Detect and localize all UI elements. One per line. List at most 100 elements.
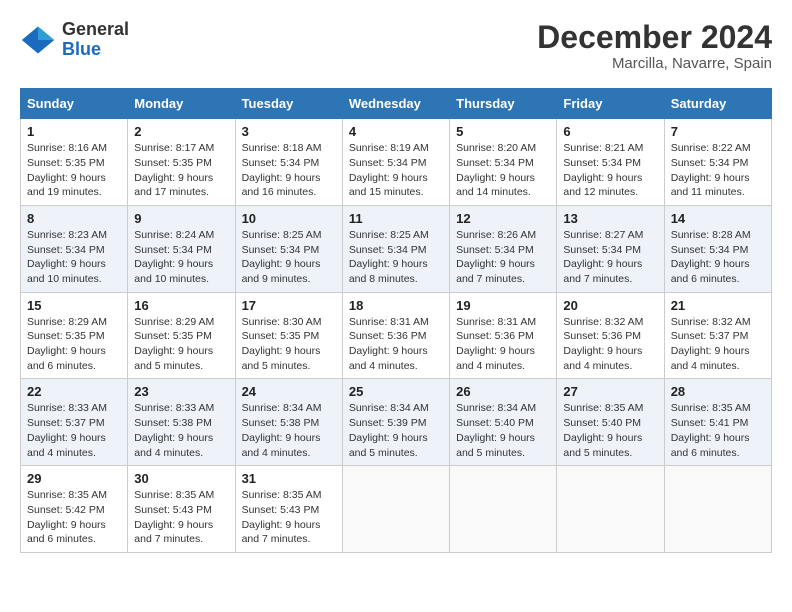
day-info-20: Sunrise: 8:32 AM Sunset: 5:36 PM Dayligh… (563, 315, 657, 374)
day-info-16: Sunrise: 8:29 AM Sunset: 5:35 PM Dayligh… (134, 315, 228, 374)
day-number-8: 8 (27, 211, 121, 226)
calendar-cell-empty (342, 466, 449, 553)
calendar-header-friday: Friday (557, 89, 664, 119)
title-block: December 2024 Marcilla, Navarre, Spain (537, 20, 772, 72)
day-info-4: Sunrise: 8:19 AM Sunset: 5:34 PM Dayligh… (349, 141, 443, 200)
day-info-1: Sunrise: 8:16 AM Sunset: 5:35 PM Dayligh… (27, 141, 121, 200)
day-info-21: Sunrise: 8:32 AM Sunset: 5:37 PM Dayligh… (671, 315, 765, 374)
calendar-cell-26: 26 Sunrise: 8:34 AM Sunset: 5:40 PM Dayli… (450, 379, 557, 466)
calendar-header-row: SundayMondayTuesdayWednesdayThursdayFrid… (21, 89, 772, 119)
day-info-15: Sunrise: 8:29 AM Sunset: 5:35 PM Dayligh… (27, 315, 121, 374)
calendar-cell-17: 17 Sunrise: 8:30 AM Sunset: 5:35 PM Dayli… (235, 292, 342, 379)
day-number-5: 5 (456, 124, 550, 139)
day-info-9: Sunrise: 8:24 AM Sunset: 5:34 PM Dayligh… (134, 228, 228, 287)
day-info-11: Sunrise: 8:25 AM Sunset: 5:34 PM Dayligh… (349, 228, 443, 287)
logo-icon (20, 22, 56, 58)
month-title: December 2024 (537, 20, 772, 55)
calendar-cell-empty (664, 466, 771, 553)
calendar-cell-11: 11 Sunrise: 8:25 AM Sunset: 5:34 PM Dayli… (342, 205, 449, 292)
day-info-7: Sunrise: 8:22 AM Sunset: 5:34 PM Dayligh… (671, 141, 765, 200)
day-info-5: Sunrise: 8:20 AM Sunset: 5:34 PM Dayligh… (456, 141, 550, 200)
calendar-cell-20: 20 Sunrise: 8:32 AM Sunset: 5:36 PM Dayli… (557, 292, 664, 379)
calendar-cell-7: 7 Sunrise: 8:22 AM Sunset: 5:34 PM Daylig… (664, 119, 771, 206)
day-info-8: Sunrise: 8:23 AM Sunset: 5:34 PM Dayligh… (27, 228, 121, 287)
day-number-2: 2 (134, 124, 228, 139)
day-number-28: 28 (671, 384, 765, 399)
day-number-16: 16 (134, 298, 228, 313)
calendar-cell-4: 4 Sunrise: 8:19 AM Sunset: 5:34 PM Daylig… (342, 119, 449, 206)
day-info-29: Sunrise: 8:35 AM Sunset: 5:42 PM Dayligh… (27, 488, 121, 547)
calendar-cell-28: 28Sunrise: 8:35 AM Sunset: 5:41 PM Dayli… (664, 379, 771, 466)
day-info-30: Sunrise: 8:35 AM Sunset: 5:43 PM Dayligh… (134, 488, 228, 547)
logo-blue: Blue (62, 39, 101, 59)
calendar-cell-13: 13 Sunrise: 8:27 AM Sunset: 5:34 PM Dayli… (557, 205, 664, 292)
day-info-25: Sunrise: 8:34 AM Sunset: 5:39 PM Dayligh… (349, 401, 443, 460)
day-number-7: 7 (671, 124, 765, 139)
day-info-23: Sunrise: 8:33 AM Sunset: 5:38 PM Dayligh… (134, 401, 228, 460)
day-number-10: 10 (242, 211, 336, 226)
day-info-10: Sunrise: 8:25 AM Sunset: 5:34 PM Dayligh… (242, 228, 336, 287)
calendar-cell-24: 24Sunrise: 8:34 AM Sunset: 5:38 PM Dayli… (235, 379, 342, 466)
calendar-cell-16: 16 Sunrise: 8:29 AM Sunset: 5:35 PM Dayli… (128, 292, 235, 379)
day-number-22: 22 (27, 384, 121, 399)
calendar-cell-15: 15 Sunrise: 8:29 AM Sunset: 5:35 PM Dayli… (21, 292, 128, 379)
day-number-13: 13 (563, 211, 657, 226)
calendar-cell-19: 19 Sunrise: 8:31 AM Sunset: 5:36 PM Dayli… (450, 292, 557, 379)
calendar-cell-14: 14Sunrise: 8:28 AM Sunset: 5:34 PM Dayli… (664, 205, 771, 292)
day-number-25: 25 (349, 384, 443, 399)
calendar-cell-23: 23 Sunrise: 8:33 AM Sunset: 5:38 PM Dayli… (128, 379, 235, 466)
day-number-20: 20 (563, 298, 657, 313)
day-number-1: 1 (27, 124, 121, 139)
calendar-header-thursday: Thursday (450, 89, 557, 119)
day-number-31: 31 (242, 471, 336, 486)
day-info-6: Sunrise: 8:21 AM Sunset: 5:34 PM Dayligh… (563, 141, 657, 200)
day-info-17: Sunrise: 8:30 AM Sunset: 5:35 PM Dayligh… (242, 315, 336, 374)
day-number-30: 30 (134, 471, 228, 486)
calendar-cell-5: 5 Sunrise: 8:20 AM Sunset: 5:34 PM Daylig… (450, 119, 557, 206)
day-number-21: 21 (671, 298, 765, 313)
day-info-18: Sunrise: 8:31 AM Sunset: 5:36 PM Dayligh… (349, 315, 443, 374)
logo-general: General (62, 19, 129, 39)
logo: General Blue (20, 20, 129, 60)
page-header: General Blue December 2024 Marcilla, Nav… (20, 20, 772, 72)
day-number-23: 23 (134, 384, 228, 399)
day-info-26: Sunrise: 8:34 AM Sunset: 5:40 PM Dayligh… (456, 401, 550, 460)
day-info-24: Sunrise: 8:34 AM Sunset: 5:38 PM Dayligh… (242, 401, 336, 460)
day-number-11: 11 (349, 211, 443, 226)
day-number-19: 19 (456, 298, 550, 313)
day-info-27: Sunrise: 8:35 AM Sunset: 5:40 PM Dayligh… (563, 401, 657, 460)
calendar-cell-27: 27 Sunrise: 8:35 AM Sunset: 5:40 PM Dayli… (557, 379, 664, 466)
day-number-29: 29 (27, 471, 121, 486)
day-number-6: 6 (563, 124, 657, 139)
day-number-26: 26 (456, 384, 550, 399)
calendar-cell-31: 31 Sunrise: 8:35 AM Sunset: 5:43 PM Dayli… (235, 466, 342, 553)
day-number-9: 9 (134, 211, 228, 226)
calendar-cell-9: 9 Sunrise: 8:24 AM Sunset: 5:34 PM Daylig… (128, 205, 235, 292)
calendar-cell-25: 25 Sunrise: 8:34 AM Sunset: 5:39 PM Dayli… (342, 379, 449, 466)
calendar-cell-empty (557, 466, 664, 553)
calendar-header-sunday: Sunday (21, 89, 128, 119)
calendar-cell-30: 30 Sunrise: 8:35 AM Sunset: 5:43 PM Dayli… (128, 466, 235, 553)
day-info-14: Sunrise: 8:28 AM Sunset: 5:34 PM Dayligh… (671, 228, 765, 287)
logo-text: General Blue (62, 20, 129, 60)
calendar-header-saturday: Saturday (664, 89, 771, 119)
calendar-cell-empty (450, 466, 557, 553)
calendar-header-monday: Monday (128, 89, 235, 119)
day-number-12: 12 (456, 211, 550, 226)
day-number-17: 17 (242, 298, 336, 313)
day-info-19: Sunrise: 8:31 AM Sunset: 5:36 PM Dayligh… (456, 315, 550, 374)
day-info-13: Sunrise: 8:27 AM Sunset: 5:34 PM Dayligh… (563, 228, 657, 287)
location: Marcilla, Navarre, Spain (537, 55, 772, 72)
calendar-cell-1: 1 Sunrise: 8:16 AM Sunset: 5:35 PM Daylig… (21, 119, 128, 206)
calendar-cell-10: 10 Sunrise: 8:25 AM Sunset: 5:34 PM Dayli… (235, 205, 342, 292)
day-number-4: 4 (349, 124, 443, 139)
day-number-15: 15 (27, 298, 121, 313)
calendar-cell-29: 29 Sunrise: 8:35 AM Sunset: 5:42 PM Dayli… (21, 466, 128, 553)
day-info-31: Sunrise: 8:35 AM Sunset: 5:43 PM Dayligh… (242, 488, 336, 547)
day-number-27: 27 (563, 384, 657, 399)
day-info-2: Sunrise: 8:17 AM Sunset: 5:35 PM Dayligh… (134, 141, 228, 200)
day-number-18: 18 (349, 298, 443, 313)
day-number-3: 3 (242, 124, 336, 139)
calendar-header-tuesday: Tuesday (235, 89, 342, 119)
calendar-cell-12: 12Sunrise: 8:26 AM Sunset: 5:34 PM Dayli… (450, 205, 557, 292)
